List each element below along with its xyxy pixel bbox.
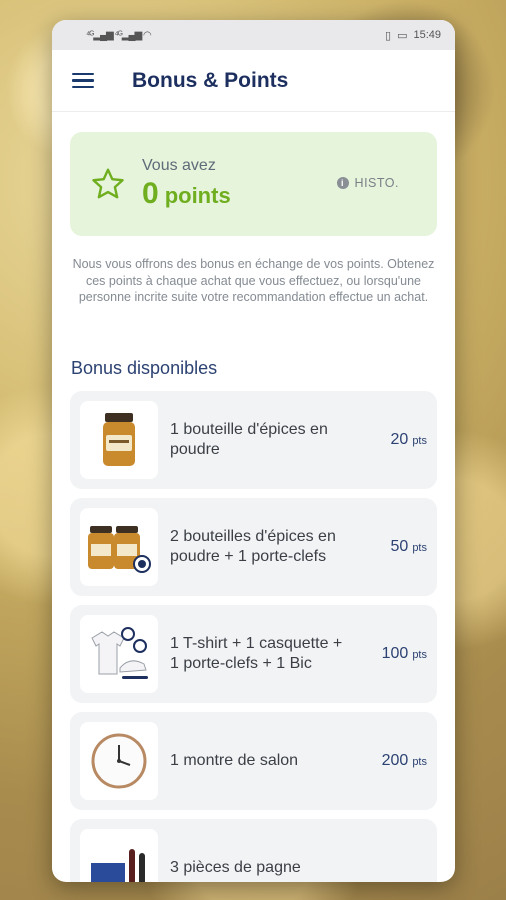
- bonus-list: 1 bouteille d'épices en poudre 20 pts 2 …: [70, 390, 437, 882]
- bonus-item[interactable]: 1 montre de salon 200 pts: [70, 711, 437, 810]
- intro-text: Nous vous offrons des bonus en échange d…: [72, 257, 435, 304]
- bonus-points: 20 pts: [391, 431, 427, 449]
- star-icon: [92, 168, 124, 199]
- app-bar: Bonus & Points: [52, 50, 455, 112]
- vibrate-icon: ▯: [385, 29, 392, 42]
- status-left: ⁴ᴳ▂▄▆ ⁴ᴳ▂▄▆ ◠: [86, 29, 152, 41]
- bonus-item[interactable]: 1 bouteille d'épices en poudre 20 pts: [70, 390, 437, 489]
- points-value: 0 points: [142, 177, 231, 211]
- points-number: 0: [142, 177, 159, 210]
- bonus-points-value: 200: [381, 751, 409, 769]
- bonus-title: 1 montre de salon: [170, 751, 299, 769]
- bonus-points: 200 pts: [382, 752, 427, 770]
- bonus-points-unit: pts: [412, 434, 427, 447]
- bonus-thumbnail: [80, 828, 158, 882]
- bonus-points-unit: pts: [412, 755, 427, 768]
- bonus-title: 1 bouteille d'épices en poudre: [170, 420, 328, 458]
- bonus-title: 1 T-shirt + 1 casquette + 1 porte-clefs …: [170, 634, 343, 672]
- bonus-points-unit: pts: [412, 648, 427, 661]
- bonus-item[interactable]: 1 T-shirt + 1 casquette + 1 porte-clefs …: [70, 604, 437, 703]
- info-icon: i: [336, 177, 349, 189]
- status-bar: ⁴ᴳ▂▄▆ ⁴ᴳ▂▄▆ ◠ ▯ ▭ 15:49: [52, 20, 455, 50]
- bonus-points-value: 50: [390, 537, 409, 555]
- section-title: Bonus disponibles: [71, 357, 218, 378]
- bonus-thumbnail: [80, 507, 158, 586]
- bonus-points-value: 100: [381, 644, 409, 662]
- fabric-bottles-icon: [91, 848, 145, 882]
- points-card: Vous avez 0 points i HISTO.: [70, 132, 437, 236]
- page-title: Bonus & Points: [132, 68, 289, 92]
- battery-icon: ▭: [397, 29, 408, 42]
- bonus-points: 100 pts: [382, 645, 427, 663]
- bonus-thumbnail: [80, 614, 158, 693]
- bonus-item[interactable]: 2 bouteilles d'épices en poudre + 1 port…: [70, 497, 437, 596]
- status-time: 15:49: [413, 29, 441, 41]
- bonus-thumbnail: [80, 400, 158, 479]
- history-button[interactable]: i HISTO.: [336, 176, 399, 190]
- bonus-points: 50 pts: [391, 538, 427, 556]
- tshirt-cap-icon: [91, 626, 148, 679]
- points-unit: points: [164, 183, 231, 208]
- signal-icon: ⁴ᴳ▂▄▆ ⁴ᴳ▂▄▆ ◠: [86, 29, 152, 41]
- wall-clock-icon: [91, 733, 147, 788]
- bonus-title: 2 bouteilles d'épices en poudre + 1 port…: [170, 527, 336, 565]
- bonus-points-value: 20: [390, 430, 409, 448]
- points-text: Vous avez 0 points: [142, 157, 231, 211]
- spice-jar-icon: [103, 412, 135, 466]
- status-right: ▯ ▭ 15:49: [385, 29, 441, 42]
- menu-icon[interactable]: [72, 72, 94, 89]
- points-label: Vous avez: [142, 157, 216, 174]
- spice-jars-keychain-icon: [88, 525, 151, 573]
- app-window: ⁴ᴳ▂▄▆ ⁴ᴳ▂▄▆ ◠ ▯ ▭ 15:49 Bonus & Points V…: [52, 20, 455, 882]
- history-label: HISTO.: [354, 176, 399, 190]
- bonus-points-unit: pts: [412, 541, 427, 554]
- bonus-thumbnail: [80, 721, 158, 800]
- bonus-title: 3 pièces de pagne: [170, 858, 301, 876]
- bonus-item[interactable]: 3 pièces de pagne: [70, 818, 437, 882]
